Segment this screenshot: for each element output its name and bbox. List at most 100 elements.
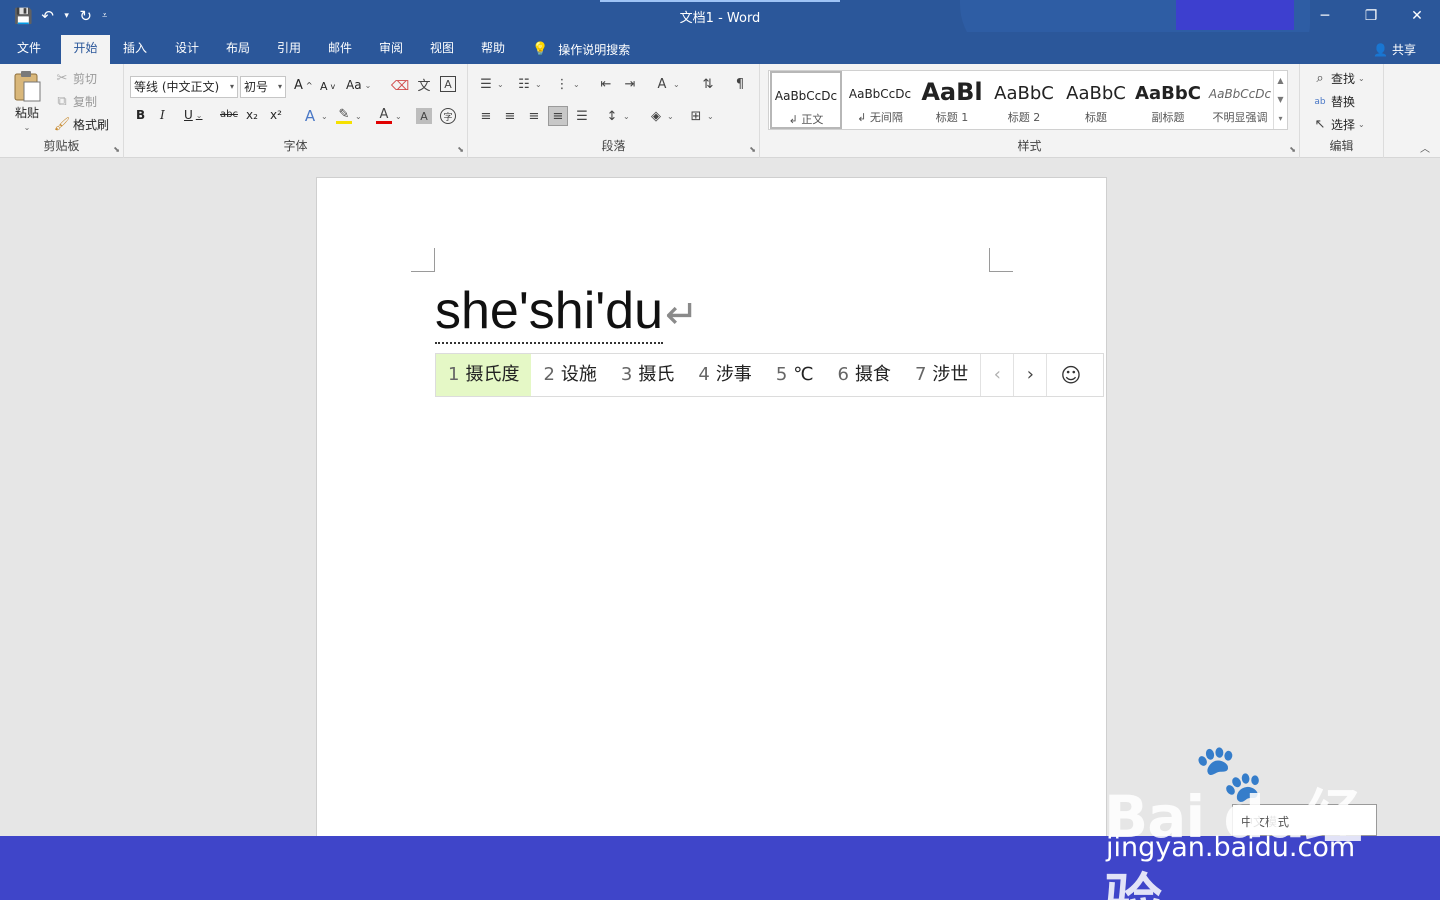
phonetic-guide-button[interactable]: 文	[416, 76, 432, 94]
tab-file[interactable]: 文件	[10, 35, 48, 64]
align-right-button[interactable]: ≡	[526, 108, 542, 124]
tab-layout[interactable]: 布局	[219, 35, 257, 64]
find-label: 查找	[1331, 72, 1356, 86]
tell-me-search[interactable]: 💡 操作说明搜索	[532, 41, 630, 58]
tab-design[interactable]: 设计	[168, 35, 206, 64]
ime-candidate-6[interactable]: 6 摄食	[825, 354, 902, 396]
numbering-button[interactable]: ☷ ⌄	[516, 76, 542, 92]
align-left-button[interactable]: ≡	[478, 108, 494, 124]
editing-group-label: 编辑	[1329, 139, 1354, 153]
candidate-number: 4	[698, 364, 710, 385]
align-center-button[interactable]: ≡	[502, 108, 518, 124]
tab-review[interactable]: 审阅	[372, 35, 410, 64]
document-paragraph[interactable]: she'shi'du ↵	[435, 280, 699, 344]
candidate-text: 设施	[560, 364, 597, 385]
character-border-button[interactable]: A	[440, 76, 456, 92]
font-color-button[interactable]: A ⌄	[376, 107, 402, 124]
clipboard-icon	[14, 71, 41, 102]
ime-candidate-1[interactable]: 1 摄氏度	[436, 354, 532, 396]
shrink-font-button[interactable]: Av	[320, 80, 335, 93]
ime-candidate-3[interactable]: 3 摄氏	[609, 354, 686, 396]
style-heading-2[interactable]: AaBbC 标题 2	[988, 71, 1060, 129]
grow-font-button[interactable]: A ^	[294, 78, 313, 93]
paste-button[interactable]: 粘贴 ⌄	[12, 70, 42, 132]
tab-view[interactable]: 视图	[423, 35, 461, 64]
format-painter-button[interactable]: 🖌 格式刷	[54, 116, 109, 133]
tab-insert[interactable]: 插入	[116, 35, 154, 64]
cut-button[interactable]: ✂ 剪切	[54, 70, 97, 87]
subscript-button[interactable]: x₂	[246, 108, 258, 122]
clear-formatting-button[interactable]: ⌫	[391, 78, 409, 94]
close-button[interactable]: ✕	[1394, 0, 1440, 32]
underline-button[interactable]: U ⌄	[184, 108, 203, 122]
collapse-ribbon-icon[interactable]: ︿	[1420, 140, 1430, 155]
italic-button[interactable]: I	[160, 108, 165, 122]
superscript-icon: x²	[270, 108, 282, 122]
ime-candidate-7[interactable]: 7 涉世	[903, 354, 980, 396]
ribbon-tab-bar: 文件 开始 插入 设计 布局 引用 邮件 审阅 视图 帮助 💡 操作说明搜索 👤…	[0, 32, 1440, 64]
style-no-spacing[interactable]: AaBbCcDc ↲ 无间隔	[844, 71, 916, 129]
style-normal[interactable]: AaBbCcDc ↲ 正文	[770, 71, 842, 129]
document-page[interactable]: she'shi'du ↵	[316, 177, 1107, 877]
copy-button[interactable]: ⧉ 复制	[54, 93, 97, 110]
bullets-button[interactable]: ☰ ⌄	[478, 76, 504, 92]
candidate-text: 摄食	[854, 364, 891, 385]
line-spacing-button[interactable]: ↕ ⌄	[604, 108, 630, 124]
font-name-combo[interactable]: 等线 (中文正文) ▾	[130, 76, 238, 98]
show-marks-button[interactable]: ¶	[732, 76, 748, 92]
enclose-characters-button[interactable]: 字	[440, 108, 456, 124]
title-progress-line	[600, 0, 840, 2]
highlight-button[interactable]: ✎ ⌄	[336, 107, 362, 124]
style-subtitle[interactable]: AaBbC 副标题	[1132, 71, 1204, 129]
increase-indent-button[interactable]: ⇥	[622, 76, 638, 92]
decrease-indent-button[interactable]: ⇤	[598, 76, 614, 92]
tab-references[interactable]: 引用	[270, 35, 308, 64]
paragraph-launcher-icon[interactable]: ⬊	[749, 145, 756, 154]
ime-next-page-icon[interactable]: ›	[1013, 354, 1046, 396]
candidate-number: 5	[775, 364, 788, 385]
style-subtle-emphasis[interactable]: AaBbCcDc 不明显强调	[1204, 71, 1276, 129]
strikethrough-button[interactable]: abc	[220, 109, 238, 120]
tab-mailings[interactable]: 邮件	[321, 35, 359, 64]
ime-candidate-4[interactable]: 4 涉事	[686, 354, 763, 396]
find-button[interactable]: ⌕ 查找 ⌄	[1312, 70, 1364, 87]
text-effects-button[interactable]: A ⌄	[302, 107, 328, 125]
shading-button[interactable]: ◈ ⌄	[648, 108, 674, 124]
borders-button[interactable]: ⊞ ⌄	[688, 108, 714, 124]
gallery-more-icon[interactable]: ▾	[1274, 109, 1287, 128]
ime-candidate-5[interactable]: 5 ℃	[764, 354, 826, 396]
candidate-number: 1	[448, 364, 460, 385]
gallery-down-icon[interactable]: ▼	[1274, 90, 1287, 109]
font-launcher-icon[interactable]: ⬊	[457, 145, 464, 154]
sort-button[interactable]: ⇅	[700, 76, 716, 92]
multilevel-list-button[interactable]: ⋮ ⌄	[554, 76, 580, 92]
replace-button[interactable]: ab 替换	[1312, 93, 1355, 110]
restore-button[interactable]: ❐	[1348, 0, 1394, 32]
character-shading-button[interactable]: A	[416, 108, 432, 124]
font-size-combo[interactable]: 初号 ▾	[240, 76, 286, 98]
distributed-button[interactable]: ☰	[574, 108, 590, 124]
font-color-icon: A	[376, 107, 392, 124]
justify-button[interactable]: ≡	[548, 106, 568, 126]
share-button[interactable]: 👤 共享	[1373, 41, 1416, 58]
bold-button[interactable]: B	[136, 108, 145, 122]
style-heading-1[interactable]: AaBl 标题 1	[916, 71, 988, 129]
ime-candidate-2[interactable]: 2 设施	[531, 354, 608, 396]
tab-help[interactable]: 帮助	[474, 35, 512, 64]
superscript-button[interactable]: x²	[270, 108, 282, 122]
candidate-text: 摄氏度	[465, 364, 520, 385]
change-case-button[interactable]: Aa ⌄	[346, 78, 371, 92]
minimize-button[interactable]: ─	[1302, 0, 1348, 32]
replace-icon: ab	[1314, 96, 1326, 107]
font-group-label: 字体	[283, 139, 308, 153]
select-button[interactable]: ↖ 选择 ⌄	[1312, 116, 1365, 133]
asian-layout-button[interactable]: A ⌄	[654, 76, 680, 92]
ime-prev-page-icon[interactable]: ‹	[980, 354, 1013, 396]
gallery-up-icon[interactable]: ▲	[1274, 71, 1287, 90]
styles-launcher-icon[interactable]: ⬊	[1289, 145, 1296, 154]
style-title[interactable]: AaBbC 标题	[1060, 71, 1132, 129]
gallery-scroll: ▲ ▼ ▾	[1273, 71, 1287, 129]
clipboard-launcher-icon[interactable]: ⬊	[113, 145, 120, 154]
tab-home[interactable]: 开始	[61, 35, 110, 64]
emoji-icon[interactable]: ☺	[1046, 354, 1094, 396]
